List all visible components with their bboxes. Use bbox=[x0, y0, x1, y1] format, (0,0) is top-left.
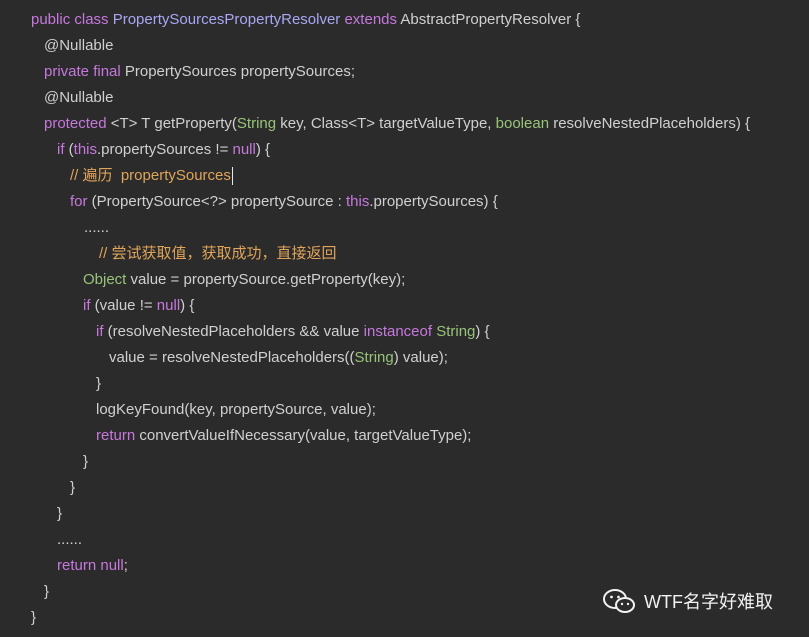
code-token: if bbox=[96, 323, 104, 340]
code-token: value = resolveNestedPlaceholders(( bbox=[109, 349, 355, 366]
code-token: null bbox=[156, 297, 181, 314]
code-token: String bbox=[236, 115, 277, 132]
code-line: return null; bbox=[57, 553, 128, 579]
code-token: ) { bbox=[255, 141, 271, 158]
code-line: Object value = propertySource.getPropert… bbox=[83, 267, 405, 293]
code-token: key, Class<T> targetValueType, bbox=[276, 115, 496, 132]
code-token: convertValueIfNecessary(value, targetVal… bbox=[135, 427, 472, 444]
code-editor[interactable]: public class PropertySourcesPropertyReso… bbox=[0, 0, 809, 637]
code-token: ) { bbox=[475, 323, 490, 340]
code-token: PropertySourcesPropertyResolver bbox=[112, 11, 341, 28]
code-token: this bbox=[345, 193, 370, 210]
code-line: // 尝试获取值，获取成功，直接返回 bbox=[99, 241, 337, 267]
code-line: if (this.propertySources != null) { bbox=[57, 137, 270, 163]
code-line: if (resolveNestedPlaceholders && value i… bbox=[96, 319, 490, 345]
code-token: <T> T getProperty( bbox=[110, 115, 237, 132]
code-line: // 遍历 propertySources bbox=[70, 163, 233, 189]
code-token: .propertySources) { bbox=[369, 193, 498, 210]
code-line: } bbox=[57, 501, 62, 527]
code-token: Object bbox=[83, 271, 127, 288]
code-token: public class bbox=[31, 11, 113, 28]
code-line: ...... bbox=[84, 215, 109, 241]
code-line: return convertValueIfNecessary(value, ta… bbox=[96, 423, 471, 449]
code-token: instanceof bbox=[363, 323, 433, 340]
code-token: } bbox=[83, 453, 89, 470]
code-line: for (PropertySource<?> propertySource : … bbox=[70, 189, 498, 215]
code-token: this bbox=[73, 141, 98, 158]
code-token: String bbox=[436, 323, 476, 340]
code-token: } bbox=[70, 479, 76, 496]
code-line: } bbox=[96, 371, 101, 397]
code-token: boolean bbox=[495, 115, 550, 132]
code-token: (PropertySource<?> propertySource : bbox=[87, 193, 346, 210]
code-token: null bbox=[100, 557, 124, 574]
code-token: private final bbox=[44, 63, 125, 80]
code-token: ( bbox=[64, 141, 74, 158]
code-token: return bbox=[57, 557, 97, 574]
code-token: ...... bbox=[84, 219, 110, 236]
code-line: @Nullable bbox=[44, 33, 113, 59]
code-token: } bbox=[44, 583, 50, 600]
code-token: .propertySources != bbox=[97, 141, 233, 158]
watermark: WTF名字好难取 bbox=[602, 588, 773, 614]
code-token: protected bbox=[44, 115, 111, 132]
code-token: } bbox=[96, 375, 102, 392]
code-line: } bbox=[44, 579, 49, 605]
code-token: @Nullable bbox=[44, 37, 114, 54]
text-cursor bbox=[231, 167, 233, 186]
code-line: } bbox=[31, 605, 36, 631]
code-token: ; bbox=[123, 557, 128, 574]
code-line: ...... bbox=[57, 527, 82, 553]
code-token: extends bbox=[340, 11, 401, 28]
code-token: resolveNestedPlaceholders) { bbox=[549, 115, 750, 132]
wechat-icon bbox=[603, 589, 635, 613]
code-line: @Nullable bbox=[44, 85, 113, 111]
code-token: null bbox=[232, 141, 256, 158]
code-token: AbstractPropertyResolver { bbox=[400, 11, 581, 28]
code-line: public class PropertySourcesPropertyReso… bbox=[31, 7, 580, 33]
code-token: if bbox=[83, 297, 91, 314]
code-token: (value != bbox=[90, 297, 157, 314]
code-token: PropertySources propertySources; bbox=[124, 63, 355, 80]
code-token: ...... bbox=[57, 531, 83, 548]
code-line: } bbox=[83, 449, 88, 475]
code-line: logKeyFound(key, propertySource, value); bbox=[96, 397, 376, 423]
code-token: if bbox=[57, 141, 65, 158]
code-token: ) value); bbox=[393, 349, 448, 366]
code-token: String bbox=[354, 349, 394, 366]
watermark-text: WTF名字好难取 bbox=[644, 592, 773, 612]
code-line: private final PropertySources propertySo… bbox=[44, 59, 355, 85]
code-token: } bbox=[57, 505, 63, 522]
code-token: return bbox=[96, 427, 136, 444]
code-token: value = propertySource.getProperty(key); bbox=[126, 271, 406, 288]
code-token: logKeyFound(key, propertySource, value); bbox=[96, 401, 376, 418]
code-line: protected <T> T getProperty(String key, … bbox=[44, 111, 750, 137]
code-token: (resolveNestedPlaceholders && value bbox=[103, 323, 364, 340]
code-token: ) { bbox=[180, 297, 195, 314]
code-line: } bbox=[70, 475, 75, 501]
code-line: value = resolveNestedPlaceholders((Strin… bbox=[109, 345, 448, 371]
code-token: // 尝试获取值，获取成功，直接返回 bbox=[99, 245, 337, 262]
code-line: if (value != null) { bbox=[83, 293, 194, 319]
code-token: for bbox=[70, 193, 88, 210]
code-token: } bbox=[31, 609, 37, 626]
code-token: // 遍历 propertySources bbox=[70, 167, 231, 184]
code-token: @Nullable bbox=[44, 89, 114, 106]
